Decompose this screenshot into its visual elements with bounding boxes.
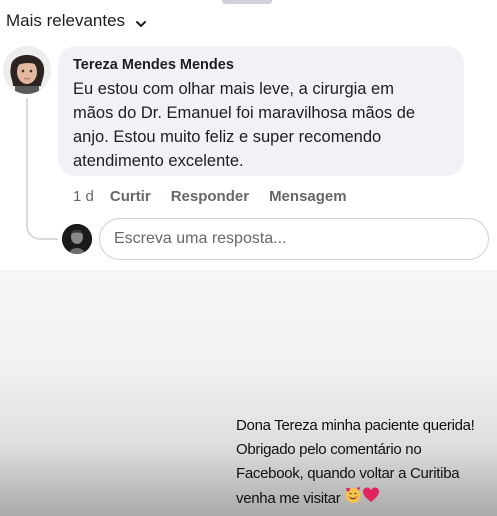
comment-text: Eu estou com olhar mais leve, a cirurgia…: [73, 77, 450, 173]
caption-line-last: venha me visitar: [236, 486, 486, 512]
comment-text-line: atendimento excelente.: [73, 152, 244, 170]
sort-label: Mais relevantes: [6, 11, 126, 30]
caption-line: Facebook, quando voltar a Curitiba: [236, 465, 460, 482]
top-drag-handle[interactable]: [222, 0, 272, 4]
caption-line: Dona Tereza minha paciente querida!: [236, 417, 475, 434]
comment-actions: 1 d Curtir Responder Mensagem: [73, 186, 347, 206]
comment-text-line: anjo. Estou muito feliz e super recomend…: [73, 128, 382, 146]
avatar[interactable]: [3, 46, 51, 94]
comment-text-line: Eu estou com olhar mais leve, a cirurgia…: [73, 80, 394, 98]
reply-button[interactable]: Responder: [171, 188, 249, 205]
comment-text-line: mãos do Dr. Emanuel foi maravilhosa mãos…: [73, 104, 416, 122]
smiling-face-with-hearts-icon: [344, 486, 362, 512]
thread-connector-line: [26, 98, 58, 240]
caption-line: Obrigado pelo comentário no: [236, 441, 422, 458]
comment-bubble[interactable]: Tereza Mendes Mendes Eu estou com olhar …: [58, 46, 464, 176]
caption-line: venha me visitar: [236, 489, 341, 507]
reply-placeholder: Escreva uma resposta...: [114, 230, 287, 247]
message-button[interactable]: Mensagem: [269, 188, 347, 205]
chevron-down-icon: [135, 15, 147, 27]
comment-timestamp[interactable]: 1 d: [73, 188, 94, 205]
like-button[interactable]: Curtir: [110, 188, 151, 205]
reply-input[interactable]: Escreva uma resposta...: [99, 218, 489, 260]
reply-avatar: [62, 224, 92, 254]
red-heart-icon: [362, 486, 380, 512]
comment-author[interactable]: Tereza Mendes Mendes: [73, 57, 450, 73]
story-caption: Dona Tereza minha paciente querida! Obri…: [236, 414, 486, 512]
sort-dropdown[interactable]: Mais relevantes: [6, 10, 147, 32]
